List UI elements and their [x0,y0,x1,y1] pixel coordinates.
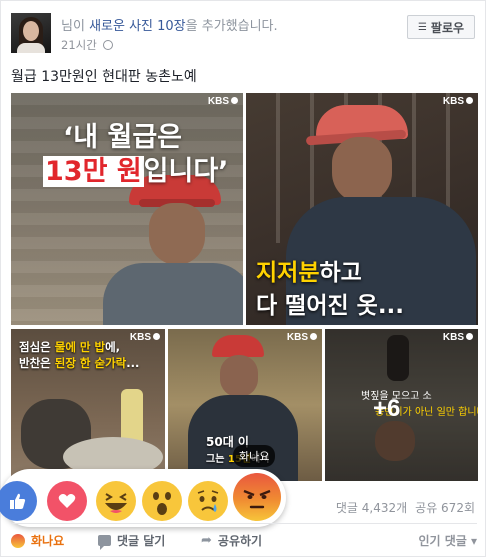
caption-text: 점심은 [19,340,55,354]
caption-text: ... [126,356,140,370]
wow-icon[interactable] [142,481,182,521]
react-button[interactable]: 화나요 [11,532,64,549]
caption-tail: 입니다’ [143,156,229,187]
comment-label: 댓글 달기 [117,534,166,548]
caption-rest: 하고 [319,260,362,286]
share-button[interactable]: ➦ 공유하기 [201,532,262,549]
rss-icon: ☰ [417,21,427,33]
photos-link[interactable]: 새로운 사진 10장 [89,19,186,34]
globe-icon [103,40,114,50]
avatar[interactable] [11,13,51,53]
caption-yellow: 지저분 [256,260,320,286]
kbs-logo: KBS [208,96,238,107]
share-icon: ➦ [201,533,212,548]
caption-text: 반찬은 [19,356,55,370]
caption-text: 일만 합니다 [436,407,478,418]
sad-face-icon [197,490,219,512]
share-count[interactable]: 공유 672회 [415,501,475,515]
avatar-body [17,43,45,53]
comment-count[interactable]: 댓글 4,432개 [336,501,407,515]
react-label: 화나요 [31,534,65,548]
laughing-face-icon [105,493,127,513]
follow-button[interactable]: ☰ 팔로우 [407,15,475,39]
red-cap [212,335,264,357]
timestamp-text: 21시간 [61,38,97,52]
share-label: 공유하기 [217,534,263,548]
photo-1[interactable]: ‘내 월급은 13만 원입니다’ KBS [11,93,243,325]
photo-2-caption-line1: 지저분하고 [256,253,362,287]
follow-label: 팔로우 [430,20,465,35]
photo-5-more[interactable]: 볏짚을 모으고 소 농번기가 아닌 일만 합니다 +6 KBS [325,329,478,481]
kbs-logo: KBS [443,96,473,107]
kbs-logo: KBS [130,332,160,343]
love-icon[interactable] [47,481,87,521]
kbs-logo: KBS [287,332,317,343]
caption-yellow: 된장 한 숟가락 [54,356,127,370]
photo-2-caption-line2: 다 떨어진 옷... [256,293,405,319]
photo-3-caption: 점심은 물에 만 밥에, 반찬은 된장 한 숟가락... [19,339,139,371]
kbs-logo: KBS [443,332,473,343]
post-text: 월급 13만원인 현대판 농촌노예 [11,69,197,85]
comment-sort-dropdown[interactable]: 인기 댓글 ▾ [418,532,477,549]
heart-icon [58,494,76,508]
author-suffix: 님이 [61,19,85,34]
post-card: 님이 새로운 사진 10장을 추가했습니다. 21시간 ☰ 팔로우 월급 13만… [0,0,486,557]
angry-small-icon [11,533,25,548]
caption-text: 에, [105,340,121,354]
post-headline: 님이 새로운 사진 10장을 추가했습니다. [61,15,278,34]
sad-icon[interactable] [188,481,228,521]
thumbs-up-icon [10,493,26,509]
photo-3[interactable]: 점심은 물에 만 밥에, 반찬은 된장 한 숟가락... KBS [11,329,165,481]
caption-yellow: 물에 만 밥 [54,340,106,354]
post-stats: 댓글 4,432개 공유 672회 [336,499,475,516]
headline-tail: 을 추가했습니다. [185,19,278,34]
surprised-face-icon [153,492,171,515]
photo-1-caption-line2: 13만 원입니다’ [43,149,228,188]
man-body [103,263,243,325]
more-photos-count: +6 [373,395,401,422]
avatar-face [23,21,39,41]
action-bar: 화나요 댓글 달기 ➦ 공유하기 인기 댓글 ▾ [1,529,486,553]
reaction-tooltip: 화나요 [233,445,276,467]
man-face [149,203,205,265]
comment-icon [98,535,111,550]
caption-text: 그는 [206,454,228,465]
angry-icon[interactable] [233,473,281,521]
photo-2[interactable]: 지저분하고 다 떨어진 옷... KBS [246,93,478,325]
man-face [220,355,258,397]
salary-highlight: 13만 원 [43,156,144,187]
timestamp[interactable]: 21시간 [61,37,114,53]
man-face [332,137,392,203]
angry-face-icon [243,489,271,509]
haha-icon[interactable] [96,481,136,521]
comment-button[interactable]: 댓글 달기 [98,532,166,550]
divider [11,523,477,524]
